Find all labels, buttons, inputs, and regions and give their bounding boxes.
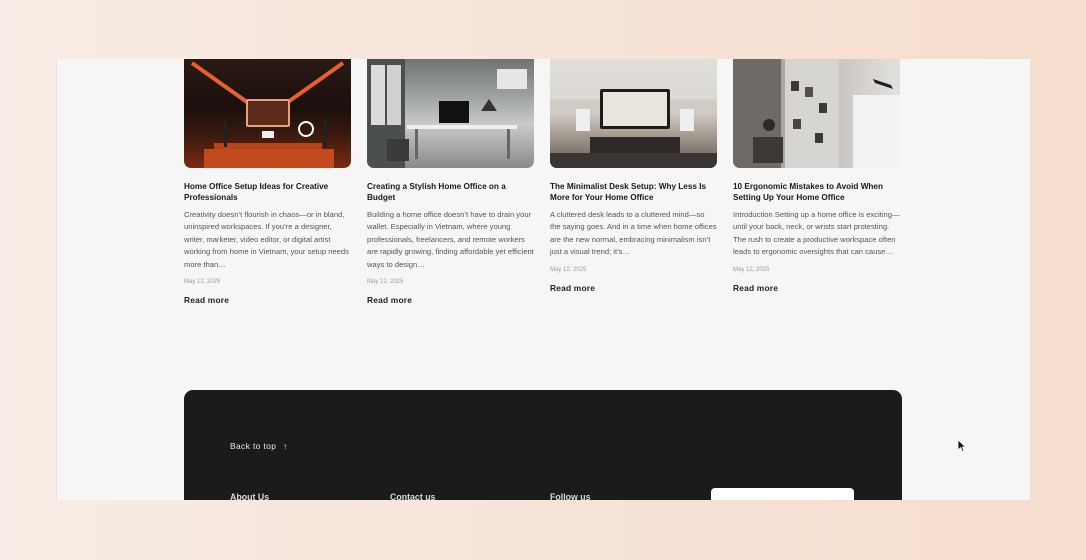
stylish-office-illustration [367,59,527,168]
card-image-neon-desk[interactable] [184,59,351,168]
blog-card-2: Creating a Stylish Home Office on a Budg… [367,59,534,305]
card-excerpt: Introduction Setting up a home office is… [733,210,900,257]
blog-card-4: 10 Ergonomic Mistakes to Avoid When Sett… [733,59,900,305]
browser-viewport: Home Office Setup Ideas for Creative Pro… [56,59,1031,500]
card-image-stylish-office[interactable] [367,59,534,168]
back-to-top-link[interactable]: Back to top ↑ [230,441,288,451]
blog-card-3: The Minimalist Desk Setup: Why Less Is M… [550,59,717,305]
site-footer: Back to top ↑ About Us Contact us Follow… [184,390,902,500]
card-image-minimalist-desk[interactable] [550,59,717,168]
ergonomic-office-illustration [733,59,900,168]
neon-desk-illustration [190,61,345,168]
blog-card-grid: Home Office Setup Ideas for Creative Pro… [184,59,902,305]
read-more-link[interactable]: Read more [550,283,717,293]
minimalist-desk-illustration [550,59,717,168]
mouse-cursor-icon [957,439,967,453]
card-title[interactable]: 10 Ergonomic Mistakes to Avoid When Sett… [733,181,900,203]
card-title[interactable]: Home Office Setup Ideas for Creative Pro… [184,181,351,203]
blog-card-1: Home Office Setup Ideas for Creative Pro… [184,59,351,305]
card-date: May 12, 2025 [550,266,587,273]
footer-heading-contact[interactable]: Contact us [390,492,435,500]
footer-heading-about[interactable]: About Us [230,492,269,500]
footer-heading-follow[interactable]: Follow us [550,492,591,500]
newsletter-input[interactable] [711,488,854,500]
read-more-link[interactable]: Read more [733,283,900,293]
card-date: May 12, 2025 [367,279,404,286]
read-more-link[interactable]: Read more [184,295,351,305]
card-excerpt: Creativity doesn’t flourish in chaos—or … [184,210,349,269]
card-excerpt: A cluttered desk leads to a cluttered mi… [550,210,717,257]
back-to-top-label: Back to top [230,441,277,451]
read-more-link[interactable]: Read more [367,295,534,305]
card-title[interactable]: Creating a Stylish Home Office on a Budg… [367,181,534,203]
card-date: May 12, 2025 [733,266,770,273]
arrow-up-icon: ↑ [283,441,288,451]
card-date: May 12, 2025 [184,279,221,286]
card-title[interactable]: The Minimalist Desk Setup: Why Less Is M… [550,181,717,203]
card-excerpt: Building a home office doesn’t have to d… [367,210,534,269]
card-image-ergonomic-office[interactable] [733,59,900,168]
